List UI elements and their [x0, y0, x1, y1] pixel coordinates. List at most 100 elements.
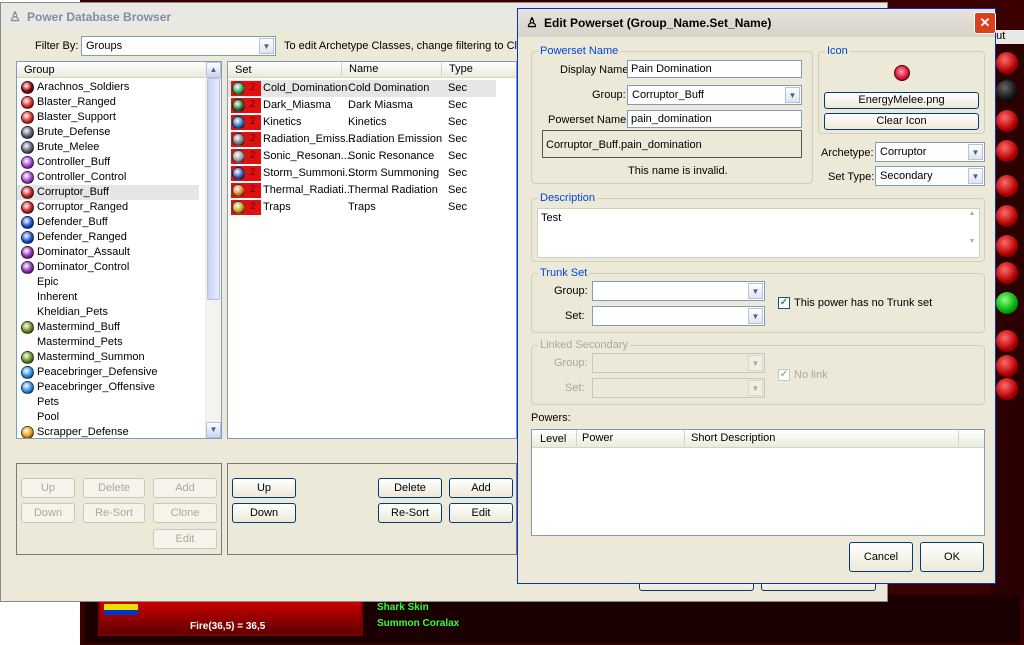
display-name-input[interactable]: Pain Domination: [627, 60, 802, 78]
trunk-group-select[interactable]: ▼: [592, 281, 765, 301]
group-delete-button[interactable]: Delete: [83, 478, 145, 498]
list-item[interactable]: Pool: [17, 410, 199, 425]
chevron-down-icon[interactable]: ▼: [748, 308, 763, 324]
archetype-select[interactable]: Corruptor ▼: [875, 142, 985, 162]
description-scrollbar[interactable]: ▲ ▼: [966, 210, 978, 256]
list-item[interactable]: Blaster_Ranged: [17, 95, 199, 110]
game-tray-icon[interactable]: [996, 52, 1018, 74]
game-tray-icon[interactable]: [996, 235, 1018, 257]
name-column-header[interactable]: Name: [341, 62, 378, 76]
level-column-header[interactable]: Level: [540, 433, 566, 445]
table-row[interactable]: 2 Thermal_Radiati... Thermal Radiation Sec: [228, 182, 496, 199]
game-tray-icon[interactable]: [996, 140, 1018, 162]
chevron-down-icon[interactable]: ▼: [748, 355, 763, 371]
list-item[interactable]: Controller_Buff: [17, 155, 199, 170]
list-item[interactable]: Epic: [17, 275, 199, 290]
icon-file-button[interactable]: EnergyMelee.png: [824, 92, 979, 109]
power-column-header[interactable]: Power: [576, 430, 613, 446]
table-row[interactable]: 2 Sonic_Resonan... Sonic Resonance Sec: [228, 148, 496, 165]
close-icon[interactable]: ✕: [974, 12, 996, 34]
group-clone-button[interactable]: Clone: [153, 503, 217, 523]
set-type-select[interactable]: Secondary ▼: [875, 166, 985, 186]
chevron-down-icon[interactable]: ▼: [259, 38, 274, 54]
powerset-name-input[interactable]: pain_domination: [627, 110, 802, 128]
game-tray-icon[interactable]: [996, 175, 1018, 197]
group-select[interactable]: Corruptor_Buff ▼: [627, 85, 802, 105]
game-tray-icon[interactable]: [996, 355, 1018, 377]
filter-select[interactable]: Groups ▼: [81, 36, 276, 56]
table-row[interactable]: 2 Kinetics Kinetics Sec: [228, 114, 496, 131]
list-item[interactable]: Mastermind_Summon: [17, 350, 199, 365]
list-item[interactable]: Brute_Melee: [17, 140, 199, 155]
ok-button[interactable]: OK: [920, 542, 984, 572]
list-item[interactable]: Dominator_Assault: [17, 245, 199, 260]
chevron-down-icon[interactable]: ▼: [968, 168, 983, 184]
list-item[interactable]: Blaster_Support: [17, 110, 199, 125]
scroll-down-icon[interactable]: ▼: [206, 422, 221, 438]
table-row[interactable]: 2 Traps Traps Sec: [228, 199, 496, 216]
chevron-down-icon[interactable]: ▼: [968, 144, 983, 160]
scroll-up-icon[interactable]: ▲: [206, 62, 221, 78]
list-item[interactable]: Dominator_Control: [17, 260, 199, 275]
group-up-button[interactable]: Up: [21, 478, 75, 498]
no-trunk-checkbox[interactable]: ✓: [778, 297, 790, 309]
set-resort-button[interactable]: Re-Sort: [378, 503, 442, 523]
group-list[interactable]: Group Arachnos_Soldiers Blaster_Ranged Bla…: [16, 61, 222, 439]
group-edit-button[interactable]: Edit: [153, 529, 217, 549]
clear-icon-button[interactable]: Clear Icon: [824, 113, 979, 130]
list-item[interactable]: Arachnos_Soldiers: [17, 80, 199, 95]
list-item[interactable]: Peacebringer_Defensive: [17, 365, 199, 380]
list-item[interactable]: Mastermind_Pets: [17, 335, 199, 350]
game-tray-icon[interactable]: [996, 262, 1018, 284]
chevron-down-icon[interactable]: ▼: [748, 283, 763, 299]
list-item[interactable]: Corruptor_Buff: [17, 185, 199, 200]
name-cell: Sonic Resonance: [348, 150, 435, 162]
group-add-button[interactable]: Add: [153, 478, 217, 498]
set-down-button[interactable]: Down: [232, 503, 296, 523]
list-item[interactable]: Scrapper_Defense: [17, 425, 199, 438]
list-item[interactable]: Mastermind_Buff: [17, 320, 199, 335]
set-add-button[interactable]: Add: [449, 478, 513, 498]
dialog-title-bar[interactable]: ♙ Edit Powerset (Group_Name.Set_Name): [518, 9, 995, 37]
cancel-button[interactable]: Cancel: [849, 542, 913, 572]
short-description-column-header[interactable]: Short Description: [684, 430, 775, 446]
set-column-header[interactable]: Set: [235, 64, 252, 76]
list-item[interactable]: Controller_Control: [17, 170, 199, 185]
list-item[interactable]: Defender_Ranged: [17, 230, 199, 245]
list-item[interactable]: Brute_Defense: [17, 125, 199, 140]
game-tray-icon[interactable]: [996, 110, 1018, 132]
game-tray-icon[interactable]: [996, 292, 1018, 314]
description-textarea[interactable]: Test: [537, 208, 980, 258]
group-column-header[interactable]: Group: [17, 62, 206, 78]
game-tray-icon[interactable]: [996, 80, 1018, 102]
group-list-scrollbar[interactable]: ▲ ▼: [205, 62, 221, 438]
linked-set-select[interactable]: ▼: [592, 378, 765, 398]
group-resort-button[interactable]: Re-Sort: [83, 503, 145, 523]
trunk-set-select[interactable]: ▼: [592, 306, 765, 326]
list-item[interactable]: Peacebringer_Offensive: [17, 380, 199, 395]
list-item[interactable]: Corruptor_Ranged: [17, 200, 199, 215]
game-tray-icon[interactable]: [996, 378, 1018, 400]
game-tray-icon[interactable]: [996, 205, 1018, 227]
powerset-list[interactable]: Set Name Type 2 Cold_Domination Cold Domin…: [227, 61, 517, 439]
table-row[interactable]: 2 Cold_Domination Cold Domination Sec: [228, 80, 496, 97]
game-tray-icon[interactable]: [996, 330, 1018, 352]
table-row[interactable]: 2 Dark_Miasma Dark Miasma Sec: [228, 97, 496, 114]
chevron-down-icon[interactable]: ▼: [748, 380, 763, 396]
scroll-thumb[interactable]: [207, 78, 220, 300]
set-up-button[interactable]: Up: [232, 478, 296, 498]
table-row[interactable]: 2 Storm_Summoni... Storm Summoning Sec: [228, 165, 496, 182]
set-edit-button[interactable]: Edit: [449, 503, 513, 523]
no-link-checkbox[interactable]: ✓: [778, 369, 790, 381]
list-item[interactable]: Defender_Buff: [17, 215, 199, 230]
powers-list[interactable]: Level Power Short Description: [531, 429, 985, 536]
set-delete-button[interactable]: Delete: [378, 478, 442, 498]
group-down-button[interactable]: Down: [21, 503, 75, 523]
list-item[interactable]: Pets: [17, 395, 199, 410]
list-item[interactable]: Inherent: [17, 290, 199, 305]
linked-group-select[interactable]: ▼: [592, 353, 765, 373]
chevron-down-icon[interactable]: ▼: [785, 87, 800, 103]
type-column-header[interactable]: Type: [441, 62, 473, 76]
list-item[interactable]: Kheldian_Pets: [17, 305, 199, 320]
table-row[interactable]: 2 Radiation_Emiss... Radiation Emission Sec: [228, 131, 496, 148]
